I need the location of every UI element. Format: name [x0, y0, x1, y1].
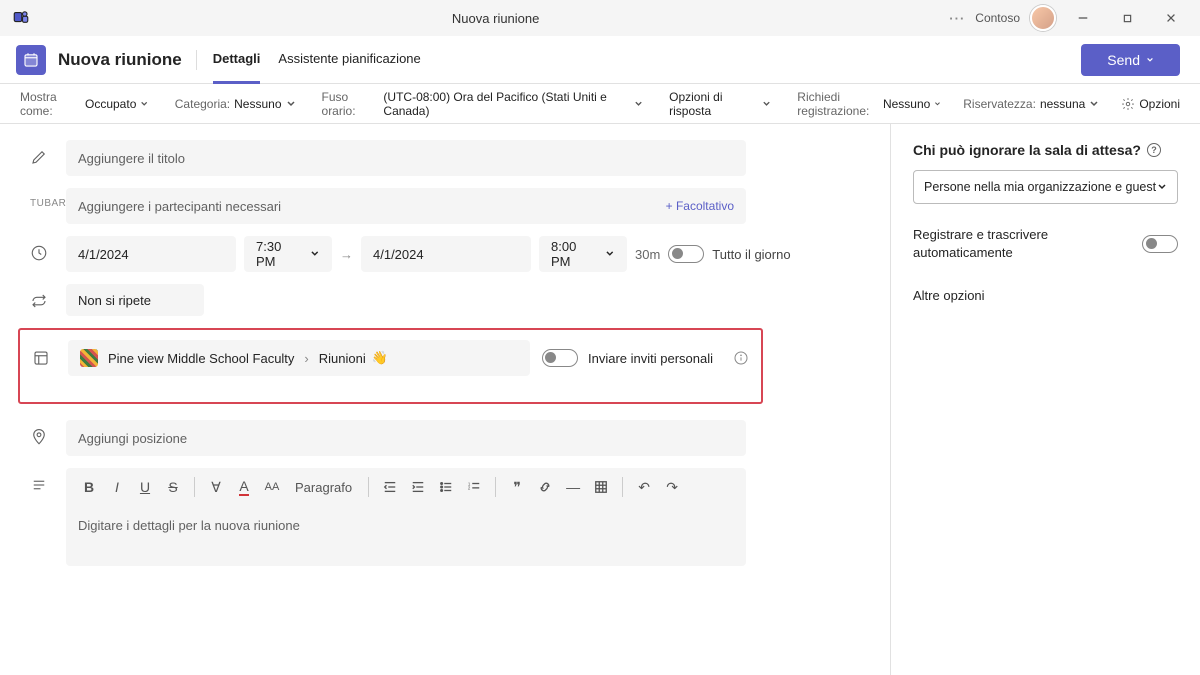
end-time-input[interactable]: 8:00 PM — [539, 236, 627, 272]
link-button[interactable] — [532, 473, 558, 501]
all-day-toggle[interactable] — [668, 245, 704, 263]
recurrence-selector[interactable]: Non si ripete — [66, 284, 204, 316]
personal-invites-label: Inviare inviti personali — [588, 351, 713, 366]
undo-button[interactable]: ↶ — [631, 473, 657, 501]
require-registration-selector[interactable]: Richiedi registrazione: Nessuno — [797, 90, 941, 118]
title-bar: Nuova riunione ··· Contoso — [0, 0, 1200, 36]
indent-decrease-button[interactable] — [377, 473, 403, 501]
editor-toolbar: B I U S ∀ A AA Paragrafo 12 ❞ — [66, 468, 746, 506]
teams-app-icon — [12, 8, 42, 29]
start-time-input[interactable]: 7:30 PM — [244, 236, 332, 272]
add-optional-link[interactable]: + Facoltativo — [666, 199, 734, 213]
org-name: Contoso — [975, 11, 1020, 25]
location-icon — [30, 420, 66, 446]
team-avatar-icon — [80, 349, 98, 367]
chevron-down-icon — [1157, 182, 1167, 192]
page-title: Nuova riunione — [58, 50, 197, 70]
send-button[interactable]: Send — [1081, 44, 1180, 76]
indent-increase-button[interactable] — [405, 473, 431, 501]
redo-button[interactable]: ↷ — [659, 473, 685, 501]
font-size-button[interactable]: AA — [259, 473, 285, 501]
lobby-bypass-selector[interactable]: Persone nella mia organizzazione e guest — [913, 170, 1178, 204]
bullet-list-button[interactable] — [433, 473, 459, 501]
channel-icon — [32, 349, 68, 367]
channel-selection-highlight: Pine view Middle School Faculty › Riunio… — [18, 328, 763, 404]
description-icon — [30, 468, 66, 494]
channel-input[interactable]: Pine view Middle School Faculty › Riunio… — [68, 340, 530, 376]
svg-text:2: 2 — [468, 486, 471, 491]
personal-invites-toggle[interactable] — [542, 349, 578, 367]
table-button[interactable] — [588, 473, 614, 501]
more-options-link[interactable]: Altre opzioni — [913, 288, 1178, 303]
meeting-form: Aggiungere il titolo TUBARE Aggiungere i… — [0, 124, 890, 675]
chevron-down-icon — [934, 99, 941, 109]
user-avatar[interactable] — [1030, 5, 1056, 31]
required-attendees-input[interactable]: Aggiungere i partecipanti necessari + Fa… — [66, 188, 746, 224]
chevron-down-icon — [634, 99, 643, 109]
strikethrough-button[interactable]: S — [160, 473, 186, 501]
chevron-down-icon — [762, 99, 771, 109]
arrow-right-icon: → — [340, 247, 353, 262]
chevron-down-icon — [1089, 99, 1099, 109]
help-icon[interactable]: ? — [1147, 143, 1161, 157]
channel-name: Riunioni — [319, 351, 366, 366]
highlight-button[interactable]: ∀ — [203, 473, 229, 501]
chevron-down-icon — [1146, 56, 1154, 64]
hr-button[interactable]: — — [560, 473, 586, 501]
options-bar: Mostra come: Occupato Categoria: Nessuno… — [0, 84, 1200, 124]
send-button-label: Send — [1107, 52, 1140, 68]
more-icon[interactable]: ··· — [949, 11, 965, 26]
auto-record-toggle[interactable] — [1142, 235, 1178, 253]
timezone-selector[interactable]: Fuso orario: (UTC-08:00) Ora del Pacific… — [322, 90, 644, 118]
numbered-list-button[interactable]: 12 — [461, 473, 487, 501]
close-window-button[interactable] — [1154, 4, 1188, 32]
clock-icon — [30, 236, 66, 262]
start-date-input[interactable]: 4/1/2024 — [66, 236, 236, 272]
wave-emoji-icon: 👋 — [372, 350, 388, 366]
page-header: Nuova riunione Dettagli Assistente piani… — [0, 36, 1200, 84]
info-icon[interactable] — [733, 350, 749, 366]
lobby-bypass-heading: Chi può ignorare la sala di attesa? ? — [913, 142, 1178, 158]
bold-button[interactable]: B — [76, 473, 102, 501]
gear-icon — [1121, 97, 1135, 111]
show-as-selector[interactable]: Mostra come: Occupato — [20, 90, 149, 118]
chevron-right-icon: › — [304, 351, 308, 366]
description-editor[interactable]: Digitare i dettagli per la nuova riunion… — [66, 506, 746, 566]
chevron-down-icon — [605, 249, 615, 259]
tab-details[interactable]: Dettagli — [213, 36, 261, 84]
location-input[interactable]: Aggiungi posizione — [66, 420, 746, 456]
team-name: Pine view Middle School Faculty — [108, 351, 294, 366]
sensitivity-selector[interactable]: Riservatezza: nessuna — [963, 97, 1099, 111]
edit-icon — [30, 140, 66, 166]
calendar-app-icon — [16, 45, 46, 75]
minimize-button[interactable] — [1066, 4, 1100, 32]
paragraph-style-selector[interactable]: Paragrafo — [287, 480, 360, 495]
recurrence-icon — [30, 284, 66, 310]
attendees-label: TUBARE — [30, 188, 66, 209]
quote-button[interactable]: ❞ — [504, 473, 530, 501]
meeting-options-button[interactable]: Opzioni — [1121, 97, 1180, 111]
maximize-button[interactable] — [1110, 4, 1144, 32]
italic-button[interactable]: I — [104, 473, 130, 501]
response-options-selector[interactable]: Opzioni di risposta — [669, 90, 771, 118]
meeting-options-panel: Chi può ignorare la sala di attesa? ? Pe… — [890, 124, 1200, 675]
window-title: Nuova riunione — [42, 11, 949, 26]
auto-record-label: Registrare e trascrivere automaticamente — [913, 226, 1083, 262]
title-input[interactable]: Aggiungere il titolo — [66, 140, 746, 176]
end-date-input[interactable]: 4/1/2024 — [361, 236, 531, 272]
category-selector[interactable]: Categoria: Nessuno — [175, 97, 296, 111]
chevron-down-icon — [310, 249, 320, 259]
duration-label: 30m — [635, 247, 660, 262]
tab-scheduling-assistant[interactable]: Assistente pianificazione — [278, 36, 420, 84]
font-color-button[interactable]: A — [231, 473, 257, 501]
chevron-down-icon — [140, 99, 148, 109]
chevron-down-icon — [286, 99, 296, 109]
underline-button[interactable]: U — [132, 473, 158, 501]
all-day-label: Tutto il giorno — [712, 247, 790, 262]
